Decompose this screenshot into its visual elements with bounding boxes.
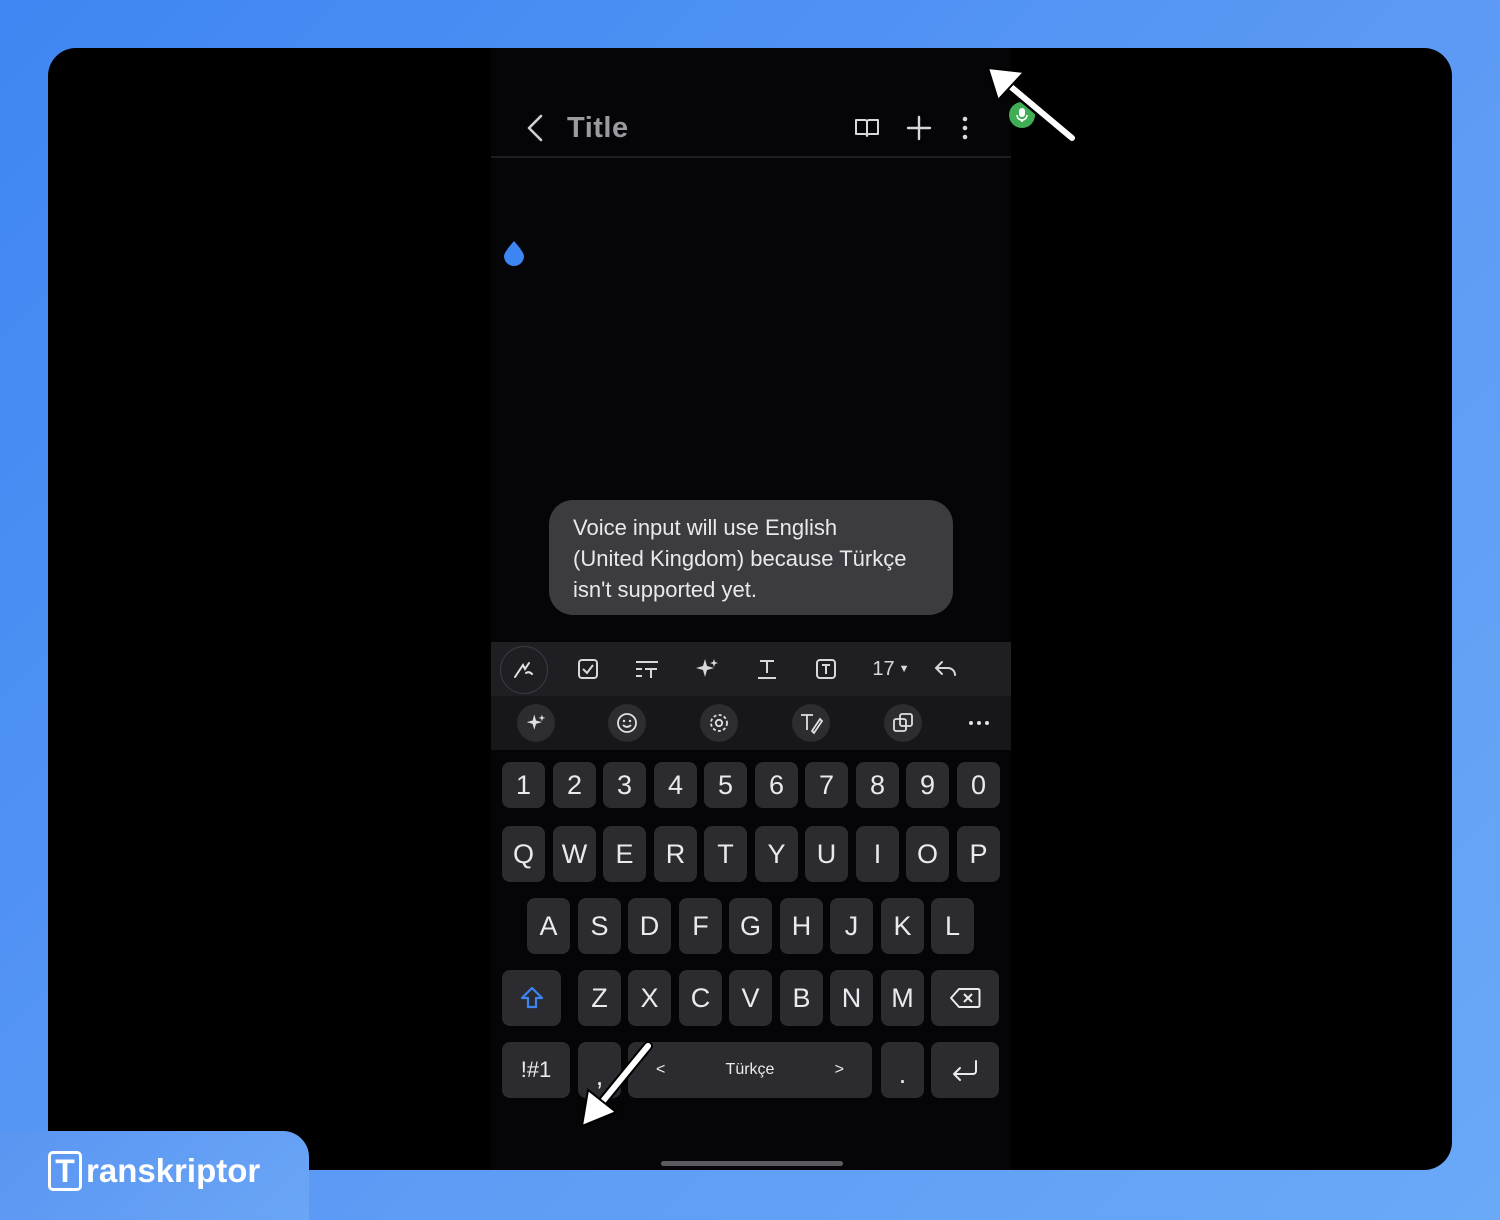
font-size-selector[interactable]: 17 ▼ [863, 646, 919, 692]
key-c[interactable]: C [679, 970, 722, 1026]
header-divider [491, 156, 1011, 158]
annotation-arrow-top [986, 66, 1078, 144]
symbols-key[interactable]: !#1 [502, 1042, 570, 1098]
key-d[interactable]: D [628, 898, 671, 954]
key-f[interactable]: F [679, 898, 722, 954]
keyboard-feature-bar [491, 696, 1011, 750]
key-1[interactable]: 1 [502, 762, 545, 808]
note-title[interactable]: Title [567, 112, 629, 145]
key-u[interactable]: U [805, 826, 848, 882]
key-j[interactable]: J [830, 898, 873, 954]
backspace-icon [950, 988, 981, 1008]
key-r[interactable]: R [654, 826, 697, 882]
dropdown-caret-icon: ▼ [898, 663, 910, 675]
key-v[interactable]: V [729, 970, 772, 1026]
key-4[interactable]: 4 [654, 762, 697, 808]
back-arrow-icon[interactable] [523, 110, 549, 146]
key-5[interactable]: 5 [704, 762, 747, 808]
key-h[interactable]: H [780, 898, 823, 954]
key-i[interactable]: I [856, 826, 899, 882]
checklist-icon[interactable] [565, 646, 611, 692]
key-t[interactable]: T [704, 826, 747, 882]
spacebar-language[interactable]: < Türkçe > [628, 1042, 872, 1098]
key-9[interactable]: 9 [906, 762, 949, 808]
key-b[interactable]: B [780, 970, 823, 1026]
text-box-icon[interactable] [803, 646, 849, 692]
voice-input-toast: Voice input will use English (United Kin… [549, 500, 953, 615]
key-w[interactable]: W [553, 826, 596, 882]
key-l[interactable]: L [931, 898, 974, 954]
key-g[interactable]: G [729, 898, 772, 954]
language-label: Türkçe [725, 1061, 775, 1078]
key-7[interactable]: 7 [805, 762, 848, 808]
shift-key[interactable] [502, 970, 561, 1026]
key-e[interactable]: E [603, 826, 646, 882]
enter-icon [953, 1060, 977, 1081]
enter-key[interactable] [931, 1042, 999, 1098]
handwriting-pen-icon[interactable] [500, 646, 548, 694]
key-q[interactable]: Q [502, 826, 545, 882]
emoji-icon[interactable] [608, 704, 646, 742]
keyboard-keys: 1 2 3 4 5 6 7 8 9 0 Q W E R T Y U I O P … [491, 750, 1011, 1170]
screenshot-frame: Title Voice input will use English (Unit… [48, 48, 1452, 1170]
key-8[interactable]: 8 [856, 762, 899, 808]
translate-icon[interactable] [884, 704, 922, 742]
settings-gear-icon[interactable] [700, 704, 738, 742]
backspace-key[interactable] [931, 970, 999, 1026]
key-z[interactable]: Z [578, 970, 621, 1026]
brand-name: ranskriptor [86, 1152, 261, 1189]
text-format-icon[interactable] [744, 646, 790, 692]
key-n[interactable]: N [830, 970, 873, 1026]
key-p[interactable]: P [957, 826, 1000, 882]
language-next-icon: > [834, 1061, 844, 1078]
galaxy-ai-icon[interactable] [517, 704, 555, 742]
annotation-arrow-bottom [580, 1041, 653, 1128]
toast-line-1: Voice input will use English [573, 515, 838, 540]
shift-arrow-icon [520, 986, 543, 1009]
key-a[interactable]: A [527, 898, 570, 954]
key-s[interactable]: S [578, 898, 621, 954]
undo-icon[interactable] [923, 646, 969, 692]
key-3[interactable]: 3 [603, 762, 646, 808]
key-k[interactable]: K [881, 898, 924, 954]
toast-line-3: isn't supported yet. [573, 577, 757, 602]
more-features-icon[interactable] [960, 704, 998, 742]
reading-mode-icon[interactable] [847, 108, 887, 148]
text-cursor-handle-icon[interactable] [503, 240, 525, 266]
period-key[interactable]: . [881, 1042, 924, 1098]
home-indicator[interactable] [661, 1161, 843, 1166]
key-0[interactable]: 0 [957, 762, 1000, 808]
toast-line-2: (United Kingdom) because Türkçe [573, 546, 907, 571]
add-icon[interactable] [899, 108, 939, 148]
phone-screen: Title Voice input will use English (Unit… [491, 48, 1011, 1170]
key-6[interactable]: 6 [755, 762, 798, 808]
key-x[interactable]: X [628, 970, 671, 1026]
key-y[interactable]: Y [755, 826, 798, 882]
key-2[interactable]: 2 [553, 762, 596, 808]
ai-sparkle-icon[interactable] [684, 646, 730, 692]
font-size-value: 17 [872, 657, 895, 680]
note-header: Title [491, 98, 1011, 158]
key-o[interactable]: O [906, 826, 949, 882]
key-m[interactable]: M [881, 970, 924, 1026]
formatting-toolbar: 17 ▼ [491, 642, 1011, 696]
text-style-icon[interactable] [624, 646, 670, 692]
brand-logo-icon: T [48, 1151, 82, 1191]
handwriting-mode-icon[interactable] [792, 704, 830, 742]
